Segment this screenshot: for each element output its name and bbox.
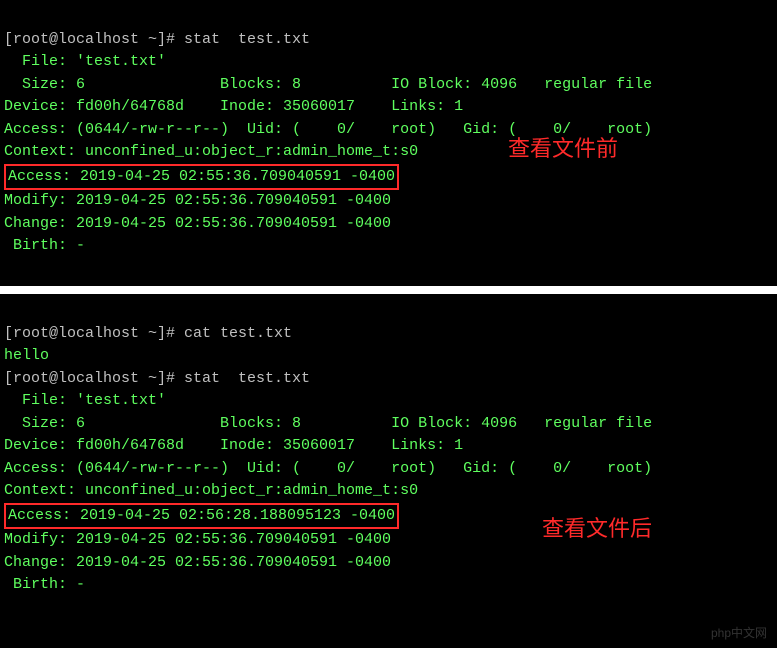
stat-context: Context: unconfined_u:object_r:admin_hom…	[4, 143, 418, 160]
stat-access-perm: Access: (0644/-rw-r--r--) Uid: ( 0/ root…	[4, 460, 652, 477]
watermark: php中文网	[711, 624, 767, 642]
stat-access-time: Access: 2019-04-25 02:56:28.188095123 -0…	[8, 507, 395, 524]
stat-device: Device: fd00h/64768d Inode: 35060017 Lin…	[4, 98, 463, 115]
stat-size: Size: 6 Blocks: 8 IO Block: 4096 regular…	[4, 76, 652, 93]
stat-context: Context: unconfined_u:object_r:admin_hom…	[4, 482, 418, 499]
stat-size: Size: 6 Blocks: 8 IO Block: 4096 regular…	[4, 415, 652, 432]
command-stat: stat test.txt	[184, 370, 310, 387]
stat-change: Change: 2019-04-25 02:55:36.709040591 -0…	[4, 215, 391, 232]
terminal-before: [root@localhost ~]# stat test.txt File: …	[0, 0, 777, 286]
terminal-after: [root@localhost ~]# cat test.txt hello […	[0, 294, 777, 648]
prompt: [root@localhost ~]#	[4, 325, 184, 342]
stat-modify: Modify: 2019-04-25 02:55:36.709040591 -0…	[4, 192, 391, 209]
stat-birth: Birth: -	[4, 237, 85, 254]
cat-output: hello	[4, 347, 49, 364]
command-cat: cat test.txt	[184, 325, 292, 342]
stat-access-time-highlight: Access: 2019-04-25 02:56:28.188095123 -0…	[4, 503, 399, 530]
stat-access-time: Access: 2019-04-25 02:55:36.709040591 -0…	[8, 168, 395, 185]
annotation-after: 查看文件后	[542, 512, 652, 545]
command-stat: stat test.txt	[184, 31, 310, 48]
stat-modify: Modify: 2019-04-25 02:55:36.709040591 -0…	[4, 531, 391, 548]
stat-file: File: 'test.txt'	[4, 53, 166, 70]
prompt: [root@localhost ~]#	[4, 31, 184, 48]
annotation-before: 查看文件前	[508, 132, 618, 165]
stat-birth: Birth: -	[4, 576, 85, 593]
stat-change: Change: 2019-04-25 02:55:36.709040591 -0…	[4, 554, 391, 571]
stat-access-time-highlight: Access: 2019-04-25 02:55:36.709040591 -0…	[4, 164, 399, 191]
prompt: [root@localhost ~]#	[4, 370, 184, 387]
stat-device: Device: fd00h/64768d Inode: 35060017 Lin…	[4, 437, 463, 454]
stat-file: File: 'test.txt'	[4, 392, 166, 409]
